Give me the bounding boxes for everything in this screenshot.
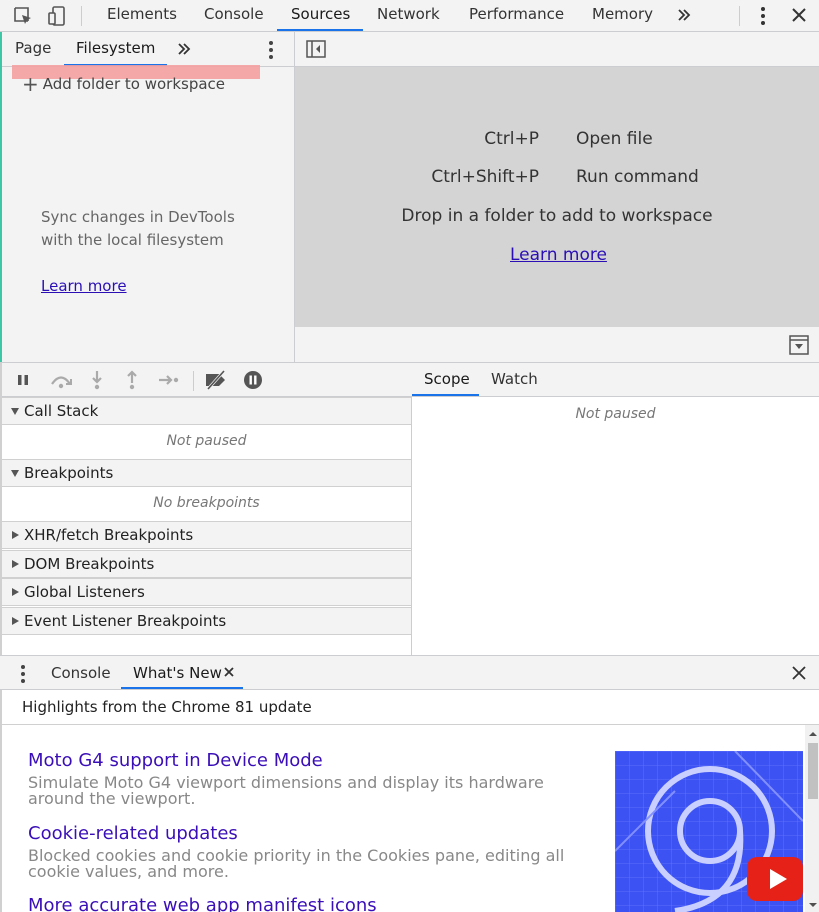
scope-watch-tabbar: Scope Watch [412,362,819,397]
news-title-link[interactable]: More accurate web app manifest icons [28,895,377,912]
add-folder-label: Add folder to workspace [42,75,226,93]
shortcut-run-command-label: Run command [576,167,699,187]
tab-performance[interactable]: Performance [469,0,564,31]
collapsed-triangle-icon [12,531,19,539]
sync-description: Sync changes in DevTools with the local … [41,206,235,252]
learn-more-link[interactable]: Learn more [510,245,607,265]
collapsed-triangle-icon [12,617,19,625]
inspect-element-icon[interactable] [12,5,34,27]
tab-scope[interactable]: Scope [424,370,470,388]
section-label: Call Stack [24,402,99,420]
drawer-menu-icon[interactable] [18,664,28,684]
section-call-stack[interactable]: Call Stack [2,397,411,425]
section-dom-breakpoints[interactable]: DOM Breakpoints [2,550,411,578]
tab-network[interactable]: Network [377,0,440,31]
deactivate-breakpoints-icon[interactable] [203,370,229,390]
news-title-link[interactable]: Cookie-related updates [28,823,238,844]
pause-on-exceptions-icon[interactable] [243,370,263,390]
navigator-menu-icon[interactable] [266,40,276,60]
promo-video-thumbnail[interactable] [615,751,803,912]
sources-navigator: Page Filesystem + Add folder to workspace… [0,32,295,362]
editor-tabbar [295,32,819,67]
step-over-icon[interactable] [49,371,73,389]
section-event-listener-breakpoints[interactable]: Event Listener Breakpoints [2,607,411,635]
active-tab-indicator [121,687,243,689]
expanded-triangle-icon [11,408,19,415]
close-drawer-icon[interactable] [791,665,807,681]
shortcut-open-file-key: Ctrl+P [484,129,539,149]
news-title-link[interactable]: Moto G4 support in Device Mode [28,750,323,771]
step-icon[interactable] [157,372,179,388]
breakpoints-empty-note: No breakpoints [153,495,260,511]
tab-page[interactable]: Page [15,32,51,66]
drawer-tab-whats-new[interactable]: What's New [133,664,222,682]
workspace-drop-zone[interactable]: Ctrl+P Open file Ctrl+Shift+P Run comman… [295,67,819,327]
close-tab-icon[interactable] [223,666,235,678]
section-breakpoints[interactable]: Breakpoints [2,459,411,487]
news-description: Blocked cookies and cookie priority in t… [28,846,565,881]
section-label: DOM Breakpoints [24,555,155,573]
drawer-tabbar: Console What's New [0,655,819,690]
step-out-icon[interactable] [124,370,140,390]
active-tab-indicator [412,394,479,396]
collapsed-triangle-icon [12,560,19,568]
toggle-debugger-icon[interactable] [789,335,809,355]
add-folder-button[interactable]: + Add folder to workspace [22,72,225,96]
device-toolbar-icon[interactable] [46,5,68,27]
learn-more-link[interactable]: Learn more [41,277,127,295]
sync-text-line-2: with the local filesystem [41,231,224,249]
more-tabs-chevron-icon[interactable] [676,7,692,23]
scrollbar[interactable] [805,725,819,912]
tab-sources[interactable]: Sources [291,0,350,31]
section-label: Event Listener Breakpoints [24,612,227,630]
collapsed-triangle-icon [12,588,19,596]
section-global-listeners[interactable]: Global Listeners [2,578,411,606]
plus-icon: + [22,72,39,96]
debugger-toolbar [2,362,412,397]
more-tabs-chevron-icon[interactable] [176,41,192,57]
news-description: Simulate Moto G4 viewport dimensions and… [28,773,544,808]
drawer-tab-console[interactable]: Console [51,664,111,682]
scrollbar-thumb[interactable] [808,743,818,799]
tab-memory[interactable]: Memory [592,0,653,31]
active-tab-indicator [277,29,363,31]
pause-icon[interactable] [16,373,30,387]
close-devtools-icon[interactable] [790,6,808,24]
section-label: XHR/fetch Breakpoints [24,526,194,544]
step-into-icon[interactable] [89,370,105,390]
tab-watch[interactable]: Watch [491,370,538,388]
toggle-navigator-icon[interactable] [306,40,326,58]
devtools-main-toolbar: Elements Console Sources Network Perform… [0,0,819,32]
drop-folder-text: Drop in a folder to add to workspace [401,206,713,226]
tab-filesystem[interactable]: Filesystem [76,32,155,66]
scope-empty-note: Not paused [575,406,656,422]
call-stack-empty-note: Not paused [166,433,247,449]
whats-new-header: Highlights from the Chrome 81 update [0,690,819,725]
section-label: Breakpoints [24,464,114,482]
highlights-text: Highlights from the Chrome 81 update [22,698,312,716]
tab-elements[interactable]: Elements [107,0,177,31]
shortcut-open-file-label: Open file [576,129,653,149]
shortcut-run-command-key: Ctrl+Shift+P [431,167,539,187]
section-label: Global Listeners [24,583,145,601]
expanded-triangle-icon [11,470,19,477]
sync-text-line-1: Sync changes in DevTools [41,208,235,226]
whats-new-content: Moto G4 support in Device Mode Simulate … [0,725,819,912]
kebab-menu-icon[interactable] [755,6,771,26]
tab-console[interactable]: Console [204,0,264,31]
section-xhr-breakpoints[interactable]: XHR/fetch Breakpoints [2,521,411,549]
